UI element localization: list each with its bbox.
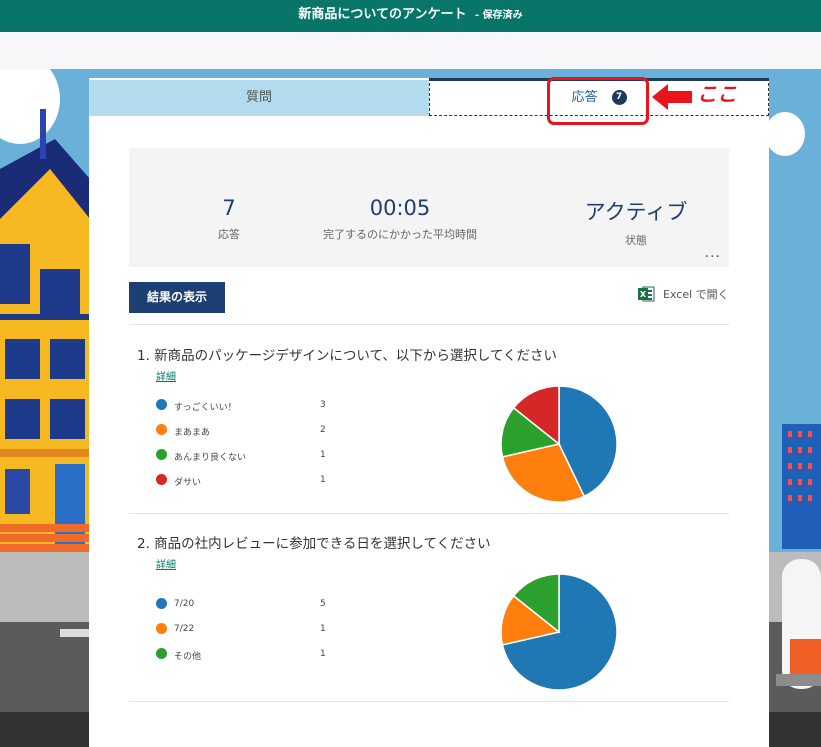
legend-label: すっごくいい！ bbox=[174, 403, 237, 413]
legend-label: あんまり良くない bbox=[174, 453, 247, 463]
annotation-arrow-icon bbox=[652, 84, 692, 110]
legend-color-dot bbox=[156, 399, 167, 410]
annotation-text: ここ bbox=[697, 82, 737, 106]
legend-count: 1 bbox=[320, 450, 326, 460]
divider bbox=[129, 513, 729, 514]
open-in-excel-label: Excel で開く bbox=[663, 288, 729, 301]
legend-count: 1 bbox=[320, 649, 326, 659]
legend-item: ダサい 1 bbox=[156, 474, 356, 499]
legend-color-dot bbox=[156, 648, 167, 659]
tab-questions-label: 質問 bbox=[245, 90, 272, 105]
excel-icon: X bbox=[638, 286, 655, 302]
legend-count: 2 bbox=[320, 425, 326, 435]
question-2-title: 2. 商品の社内レビューに参加できる日を選択してください bbox=[137, 536, 491, 552]
stat-avg-time-label: 完了するのにかかった平均時間 bbox=[323, 228, 477, 241]
legend-label: まあまあ bbox=[174, 428, 211, 438]
app-title-bar: 新商品についてのアンケート - 保存済み bbox=[0, 0, 821, 32]
stat-responses: 7 応答 bbox=[129, 196, 329, 242]
response-summary-card: 新商品についてのアンケート 質問 応答7 7 応答 00:05 完了するのにかか… bbox=[89, 78, 769, 747]
legend-color-dot bbox=[156, 474, 167, 485]
question-1-details-link[interactable]: 詳細 bbox=[156, 368, 176, 383]
question-2-legend: 7/20 5 7/22 1 その他 1 bbox=[156, 598, 356, 673]
legend-item: まあまあ 2 bbox=[156, 424, 356, 449]
stat-responses-value: 7 bbox=[222, 196, 236, 220]
annotation-highlight-box bbox=[547, 77, 649, 125]
stat-avg-time: 00:05 完了するのにかかった平均時間 bbox=[300, 196, 500, 242]
question-1-legend: すっごくいい！ 3 まあまあ 2 あんまり良くない 1 ダサい 1 bbox=[156, 399, 356, 499]
legend-color-dot bbox=[156, 598, 167, 609]
legend-label: 7/22 bbox=[174, 624, 195, 634]
question-2-details-link[interactable]: 詳細 bbox=[156, 556, 176, 571]
divider bbox=[129, 701, 729, 702]
legend-count: 5 bbox=[320, 599, 326, 609]
app-title: 新商品についてのアンケート bbox=[298, 7, 467, 22]
legend-color-dot bbox=[156, 424, 167, 435]
stat-status: アクティブ 状態 bbox=[536, 196, 736, 248]
tab-questions[interactable]: 質問 bbox=[89, 80, 429, 116]
legend-item: 7/22 1 bbox=[156, 623, 356, 648]
stats-panel: 7 応答 00:05 完了するのにかかった平均時間 アクティブ 状態 ... bbox=[129, 148, 729, 267]
command-bar bbox=[0, 32, 821, 69]
stat-avg-time-value: 00:05 bbox=[369, 196, 431, 220]
question-1-title: 1. 新商品のパッケージデザインについて、以下から選択してください bbox=[137, 348, 558, 364]
legend-item: すっごくいい！ 3 bbox=[156, 399, 356, 424]
open-in-excel-button[interactable]: X Excel で開く bbox=[637, 285, 729, 303]
legend-label: 7/20 bbox=[174, 599, 195, 609]
legend-color-dot bbox=[156, 449, 167, 460]
legend-color-dot bbox=[156, 623, 167, 634]
legend-label: ダサい bbox=[174, 478, 202, 488]
legend-count: 1 bbox=[320, 624, 326, 634]
svg-text:X: X bbox=[640, 290, 647, 299]
saved-status: - 保存済み bbox=[474, 10, 523, 21]
legend-count: 1 bbox=[320, 475, 326, 485]
legend-item: あんまり良くない 1 bbox=[156, 449, 356, 474]
legend-label: その他 bbox=[174, 652, 202, 662]
stat-status-value: アクティブ bbox=[584, 200, 688, 224]
question-1-pie-chart bbox=[500, 385, 618, 503]
stat-responses-label: 応答 bbox=[218, 228, 240, 241]
legend-count: 3 bbox=[320, 400, 326, 410]
divider bbox=[129, 324, 729, 325]
legend-item: 7/20 5 bbox=[156, 598, 356, 623]
question-2-pie-chart bbox=[500, 573, 618, 691]
more-options-button[interactable]: ... bbox=[705, 245, 721, 261]
view-results-button[interactable]: 結果の表示 bbox=[129, 282, 225, 313]
legend-item: その他 1 bbox=[156, 648, 356, 673]
